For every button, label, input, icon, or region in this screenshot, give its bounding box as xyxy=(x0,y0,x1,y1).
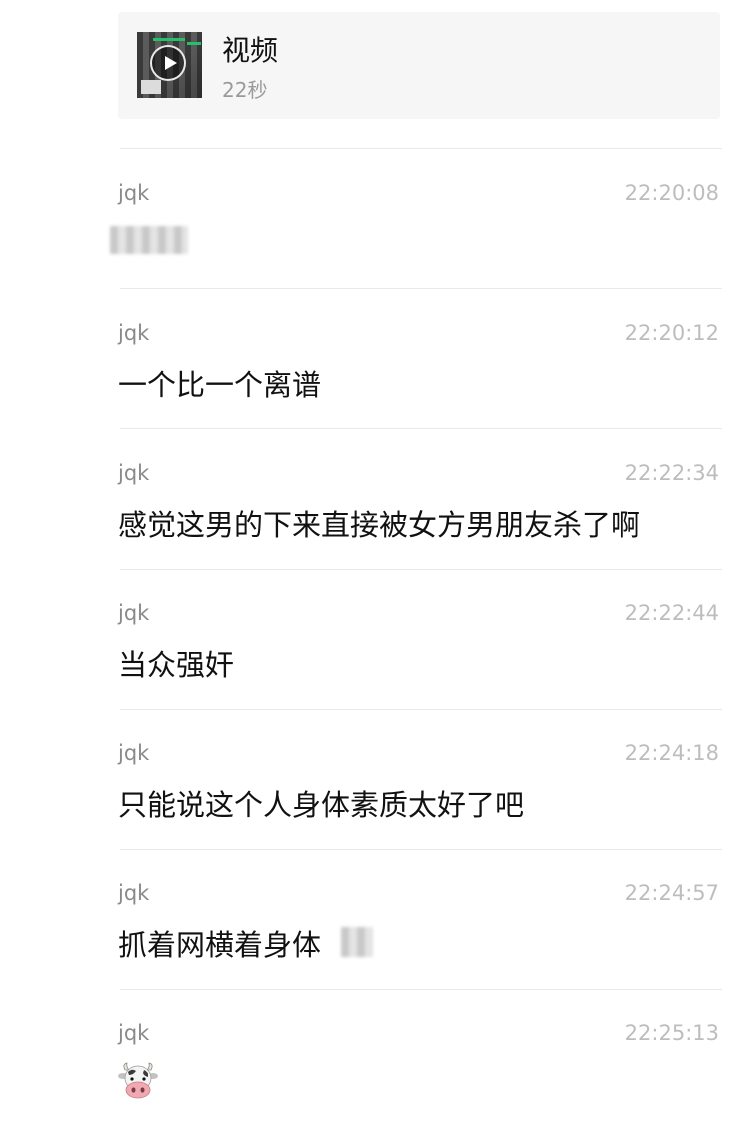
redacted-text xyxy=(110,226,188,254)
message-text[interactable]: 只能说这个人身体素质太好了吧 xyxy=(118,782,524,824)
message-time: 22:25:13 xyxy=(624,1021,719,1045)
message-time: 22:20:08 xyxy=(624,181,719,205)
message-text[interactable]: 一个比一个离谱 xyxy=(118,362,321,404)
divider xyxy=(120,849,722,850)
divider xyxy=(120,709,722,710)
message-time: 22:20:12 xyxy=(624,321,719,345)
message-sender: jqk xyxy=(118,321,150,345)
message-time: 22:22:34 xyxy=(624,461,719,485)
message-sender: jqk xyxy=(118,181,150,205)
divider xyxy=(120,148,722,149)
redacted-text xyxy=(341,927,373,957)
message-sender: jqk xyxy=(118,741,150,765)
video-thumbnail[interactable] xyxy=(137,32,202,98)
divider xyxy=(120,428,722,429)
message-text[interactable]: 当众强奸 xyxy=(118,642,234,684)
divider xyxy=(120,569,722,570)
divider xyxy=(120,989,722,990)
message-time: 22:24:18 xyxy=(624,741,719,765)
play-icon[interactable] xyxy=(150,45,186,81)
message-sender: jqk xyxy=(118,881,150,905)
thumbnail-detail xyxy=(187,42,201,45)
message-time: 22:22:44 xyxy=(624,601,719,625)
message-time: 22:24:57 xyxy=(624,881,719,905)
thumbnail-detail xyxy=(153,38,185,41)
video-duration: 22秒 xyxy=(222,78,268,102)
message-text[interactable]: 抓着网横着身体 xyxy=(118,922,321,964)
message-sender: jqk xyxy=(118,1021,150,1045)
video-message-card[interactable]: 视频 22秒 xyxy=(118,12,720,119)
message-sender: jqk xyxy=(118,461,150,485)
divider xyxy=(120,288,722,289)
cow-face-emoji[interactable] xyxy=(118,1062,158,1100)
thumbnail-detail xyxy=(141,80,161,94)
message-sender: jqk xyxy=(118,601,150,625)
message-text[interactable]: 感觉这男的下来直接被女方男朋友杀了啊 xyxy=(118,502,640,544)
video-title: 视频 xyxy=(222,34,279,67)
